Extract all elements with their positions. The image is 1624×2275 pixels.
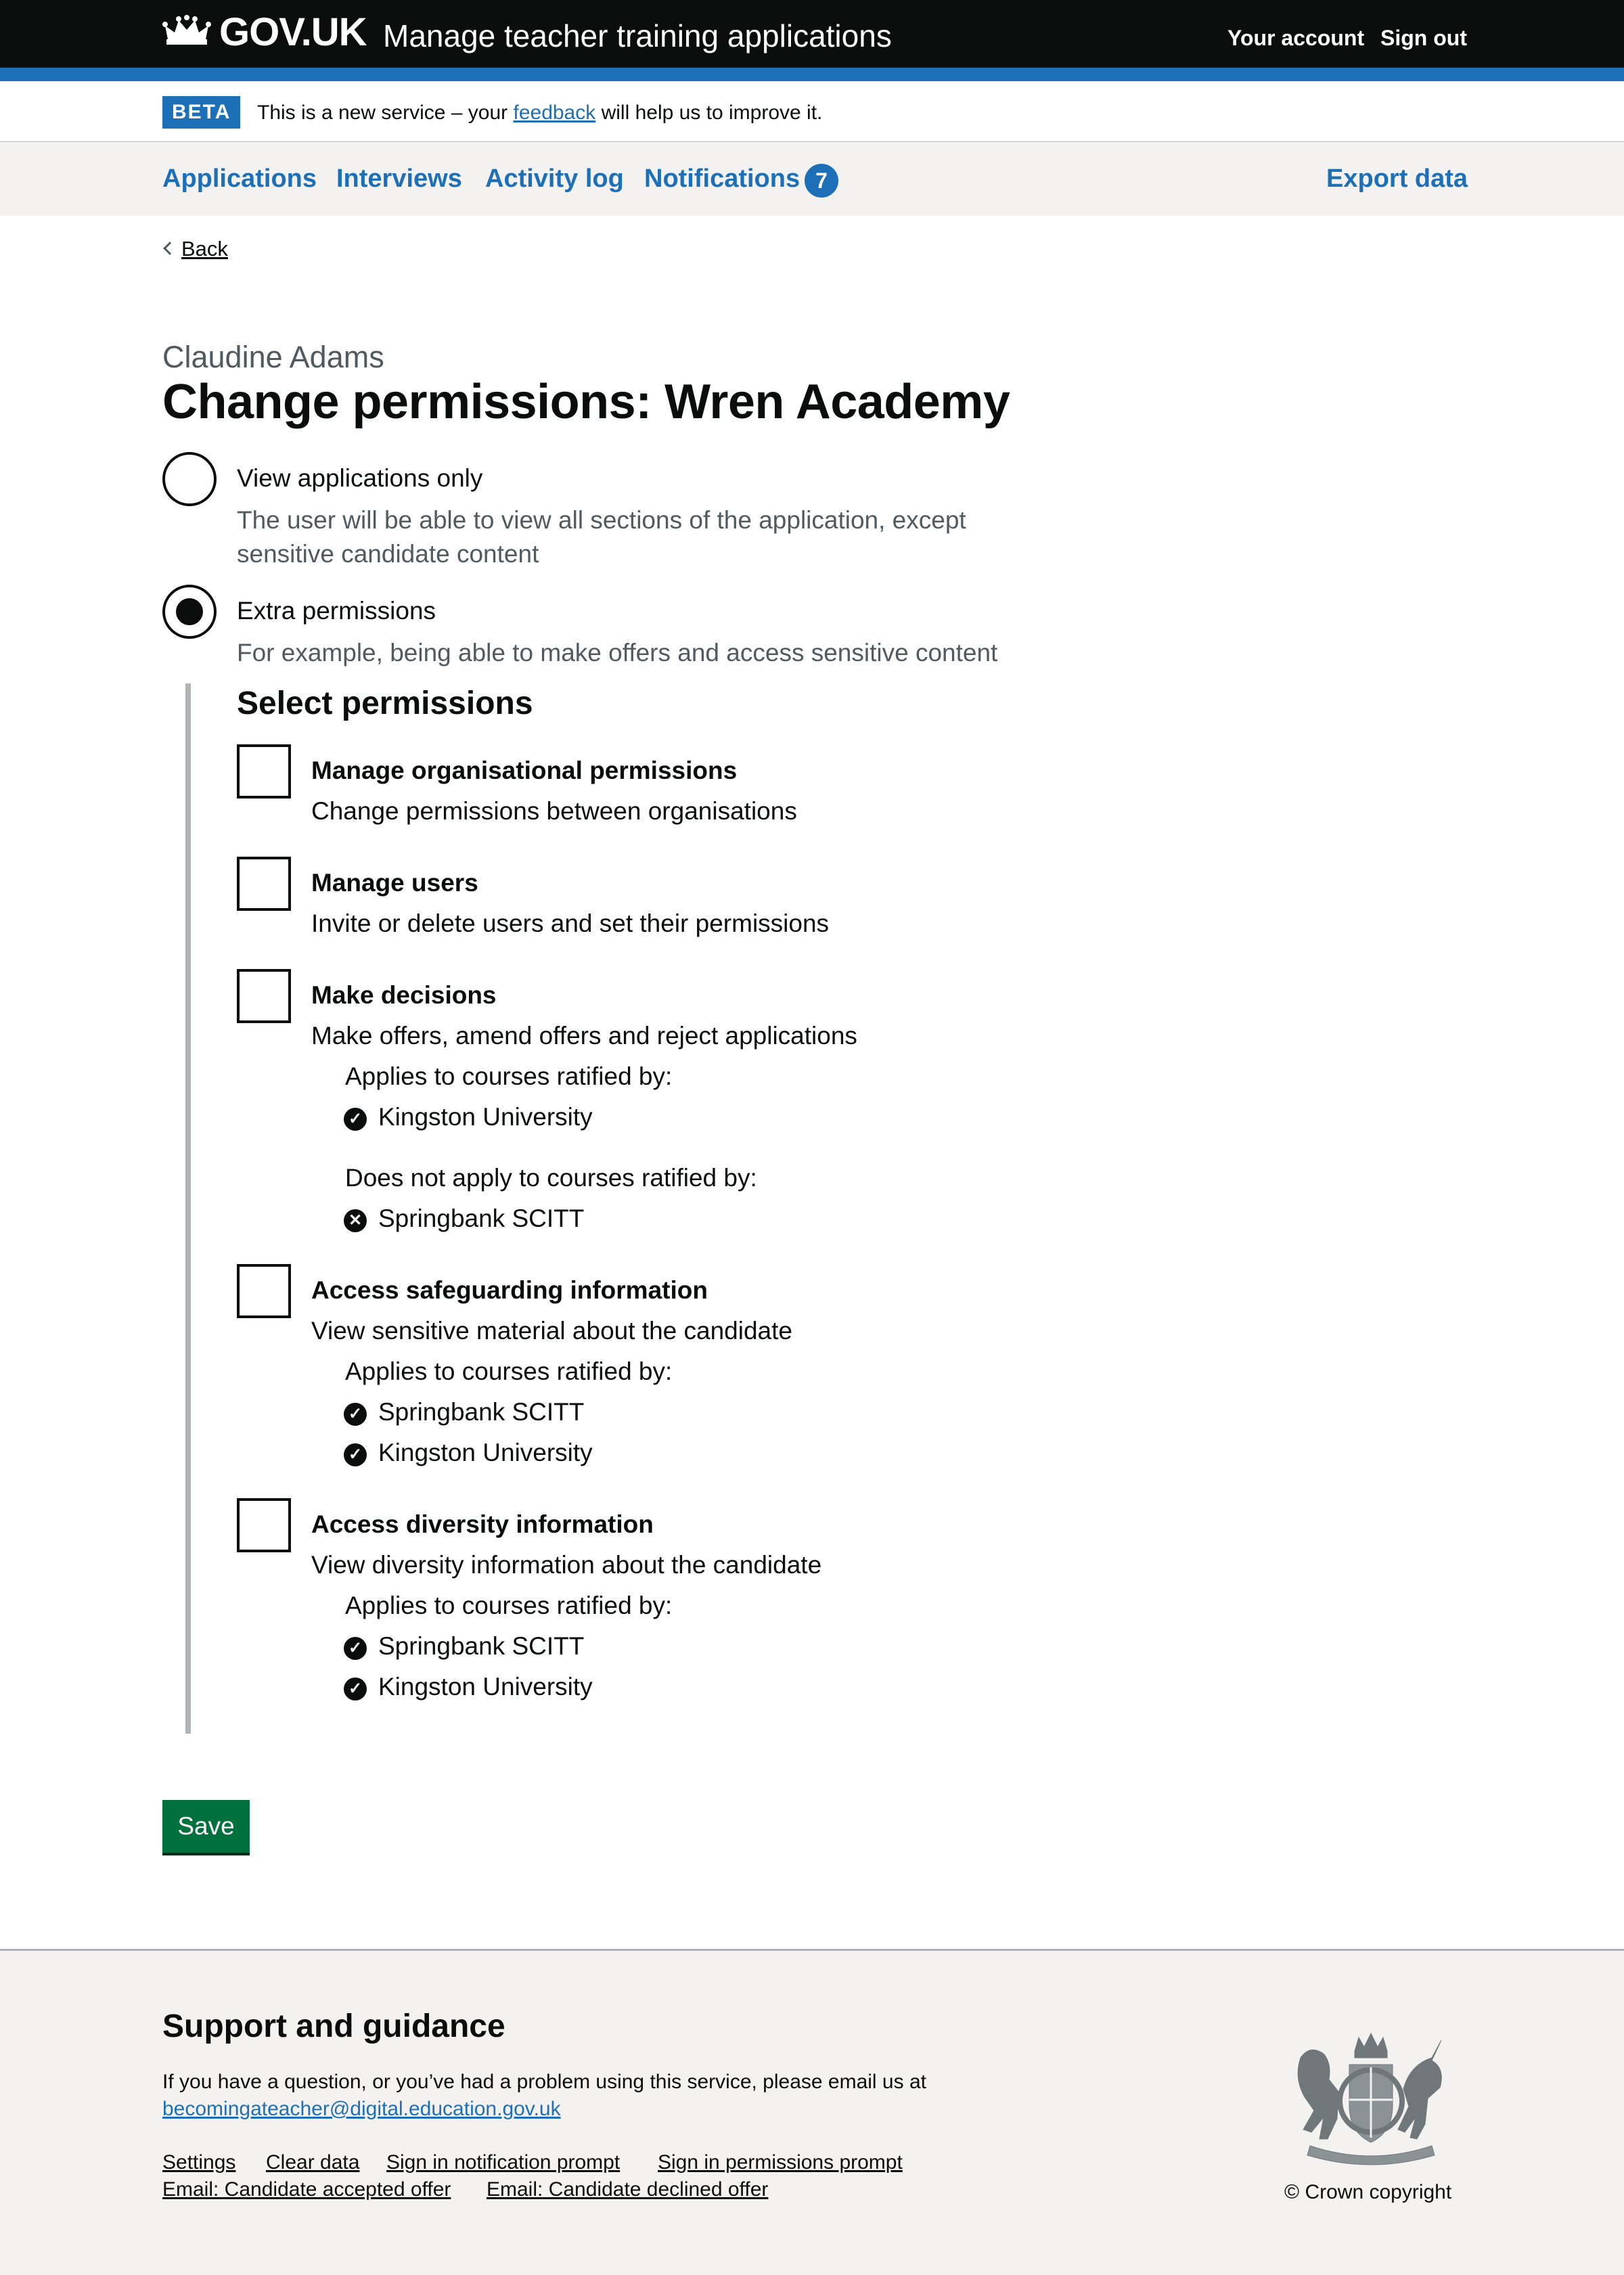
site-header: GOV.UK Manage teacher training applicati… (0, 0, 1624, 68)
govuk-logo-link[interactable]: GOV.UK (219, 9, 367, 55)
check-circle-icon: ✓ (344, 1637, 367, 1660)
checkbox-hint: Change permissions between organisations (311, 797, 797, 825)
footer-link-clear-data[interactable]: Clear data (266, 2151, 359, 2174)
checkbox-hint: View sensitive material about the candid… (311, 1317, 792, 1345)
notifications-count-badge: 7 (805, 164, 838, 198)
radio-label-view-applications-only[interactable]: View applications only (237, 464, 482, 493)
checkbox-label[interactable]: Access diversity information (311, 1510, 654, 1539)
footer-link-sign-in-notification-prompt[interactable]: Sign in notification prompt (386, 2151, 620, 2174)
check-circle-icon: ✓ (344, 1403, 367, 1426)
radio-label-extra-permissions[interactable]: Extra permissions (237, 597, 436, 625)
header-stripe (0, 68, 1624, 81)
nav-export-data[interactable]: Export data (1326, 164, 1468, 194)
footer-link-email-accepted-offer[interactable]: Email: Candidate accepted offer (162, 2178, 451, 2201)
checkbox-access-diversity-information[interactable] (237, 1498, 291, 1552)
checkbox-make-decisions[interactable] (237, 969, 291, 1023)
conditional-reveal-border (185, 683, 191, 1734)
applies-heading: Applies to courses ratified by: (345, 1592, 673, 1619)
service-name[interactable]: Manage teacher training applications (383, 18, 892, 54)
checkbox-hint: Make offers, amend offers and reject app… (311, 1022, 857, 1050)
nav-activity-log[interactable]: Activity log (485, 164, 624, 194)
ratifying-organisation: Kingston University (378, 1673, 593, 1700)
crown-icon (162, 15, 211, 45)
check-circle-icon: ✓ (344, 1677, 367, 1700)
not-applies-heading: Does not apply to courses ratified by: (345, 1164, 757, 1192)
check-circle-icon: ✓ (344, 1108, 367, 1131)
footer-heading: Support and guidance (162, 2008, 505, 2044)
phase-banner: BETA This is a new service – your feedba… (0, 81, 1624, 142)
cross-circle-icon: ✕ (344, 1209, 367, 1232)
nav-applications[interactable]: Applications (162, 164, 317, 194)
ratifying-organisation: Springbank SCITT (378, 1632, 585, 1660)
checkbox-manage-users[interactable] (237, 857, 291, 911)
royal-coat-of-arms-icon (1297, 2032, 1442, 2165)
crown-copyright: © Crown copyright (1284, 2181, 1452, 2203)
nav-interviews[interactable]: Interviews (336, 164, 462, 194)
ratifying-organisation: Kingston University (378, 1439, 593, 1466)
checkbox-hint: View diversity information about the can… (311, 1551, 822, 1579)
page-caption: Claudine Adams (162, 340, 384, 374)
checkbox-access-safeguarding-information[interactable] (237, 1264, 291, 1318)
checkbox-hint: Invite or delete users and set their per… (311, 909, 830, 937)
select-permissions-heading: Select permissions (237, 685, 533, 721)
checkbox-manage-organisational-permissions[interactable] (237, 744, 291, 798)
footer-link-sign-in-permissions-prompt[interactable]: Sign in permissions prompt (658, 2151, 903, 2174)
nav-notifications[interactable]: Notifications (644, 164, 800, 194)
feedback-link[interactable]: feedback (513, 102, 595, 124)
radio-hint-extra-permissions: For example, being able to make offers a… (237, 639, 998, 667)
sign-out-link[interactable]: Sign out (1380, 26, 1467, 51)
footer-link-email-declined-offer[interactable]: Email: Candidate declined offer (487, 2178, 768, 2201)
save-button[interactable]: Save (162, 1800, 250, 1853)
site-footer: Support and guidance If you have a quest… (0, 1949, 1624, 2275)
page-title: Change permissions: Wren Academy (162, 375, 1010, 429)
ratifying-organisation: Springbank SCITT (378, 1398, 585, 1426)
applies-heading: Applies to courses ratified by: (345, 1357, 673, 1385)
radio-selected-dot (176, 598, 203, 625)
support-email-link[interactable]: becomingateacher@digital.education.gov.u… (162, 2098, 561, 2121)
checkbox-label[interactable]: Make decisions (311, 981, 497, 1010)
back-link[interactable]: Back (162, 237, 228, 261)
checkbox-label[interactable]: Access safeguarding information (311, 1276, 708, 1305)
applies-heading: Applies to courses ratified by: (345, 1062, 673, 1090)
ratifying-organisation: Kingston University (378, 1103, 593, 1131)
radio-hint-view-applications-only: The user will be able to view all sectio… (237, 506, 966, 568)
page: GOV.UK Manage teacher training applicati… (0, 0, 1624, 2275)
beta-text: This is a new service – your feedback wi… (257, 102, 823, 124)
your-account-link[interactable]: Your account (1227, 26, 1364, 51)
check-circle-icon: ✓ (344, 1443, 367, 1466)
footer-link-settings[interactable]: Settings (162, 2151, 235, 2174)
radio-view-applications-only[interactable] (162, 452, 217, 506)
radio-extra-permissions[interactable] (162, 585, 217, 639)
ratifying-organisation: Springbank SCITT (378, 1204, 585, 1232)
checkbox-label[interactable]: Manage organisational permissions (311, 757, 737, 785)
beta-tag: BETA (162, 96, 241, 129)
checkbox-label[interactable]: Manage users (311, 869, 478, 897)
footer-support-text: If you have a question, or you’ve had a … (162, 2071, 926, 2093)
